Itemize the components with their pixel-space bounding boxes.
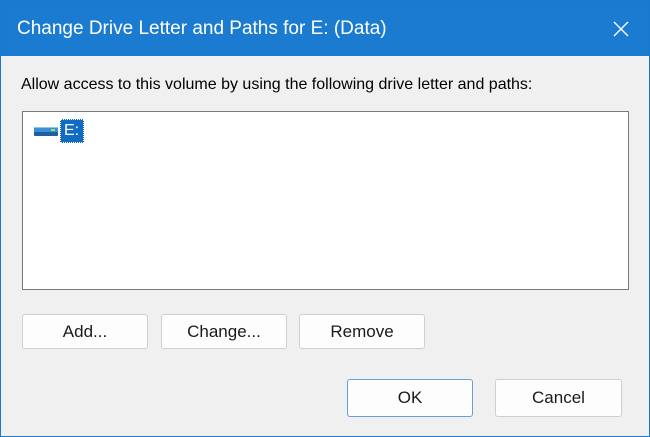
access-prompt-label: Allow access to this volume by using the… [21,76,533,93]
dialog-content: Allow access to this volume by using the… [1,56,649,436]
remove-button[interactable]: Remove [299,314,425,349]
close-icon [613,21,629,36]
ok-button[interactable]: OK [347,379,473,417]
dialog-window: Change Drive Letter and Paths for E: (Da… [0,0,650,437]
window-title: Change Drive Letter and Paths for E: (Da… [17,18,387,39]
drive-paths-list[interactable]: E: [22,111,629,290]
title-bar[interactable]: Change Drive Letter and Paths for E: (Da… [1,1,649,56]
close-button[interactable] [593,1,649,56]
drive-icon [34,127,58,136]
list-item-label: E: [60,119,85,143]
add-button[interactable]: Add... [22,314,148,349]
change-button[interactable]: Change... [161,314,287,349]
list-item[interactable]: E: [33,118,85,144]
cancel-button[interactable]: Cancel [495,379,622,417]
